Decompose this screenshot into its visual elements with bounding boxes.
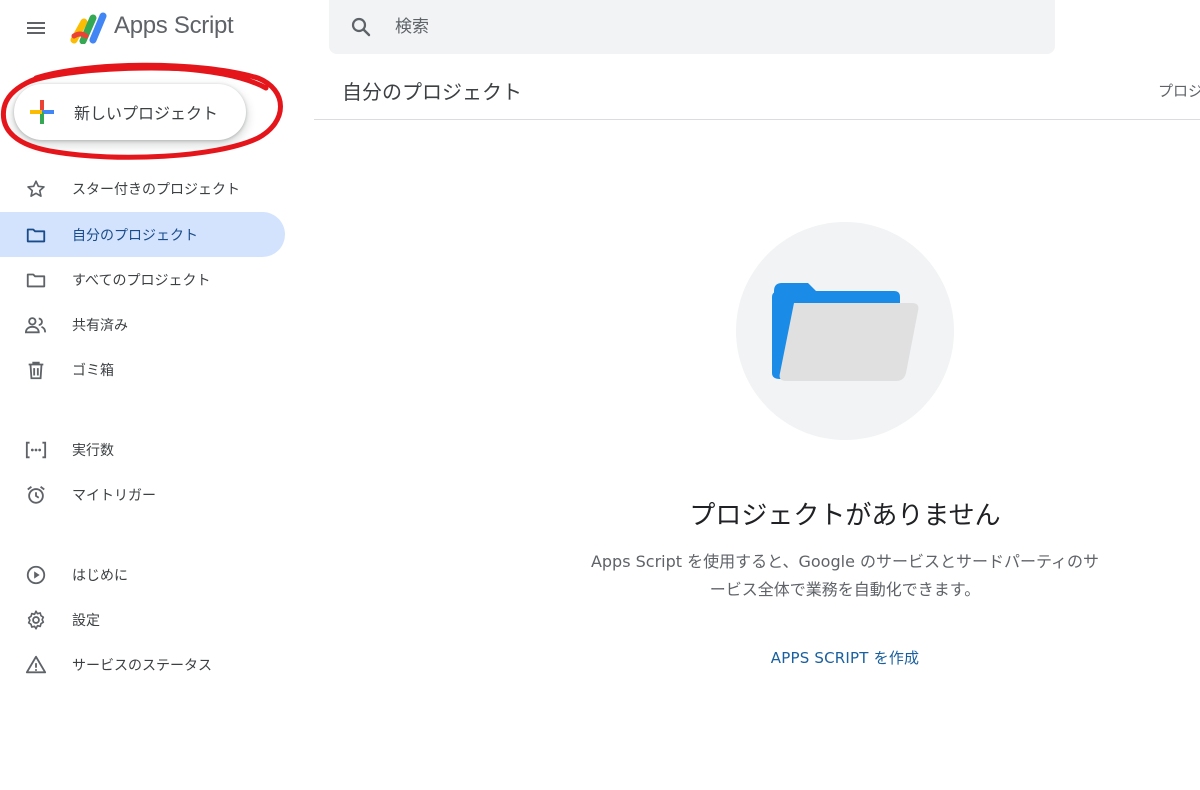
sidebar-item-starred[interactable]: スター付きのプロジェクト [0, 166, 285, 211]
column-header-cut[interactable]: プロジ [1158, 80, 1200, 101]
sidebar-item-executions[interactable]: 実行数 [0, 427, 285, 472]
empty-state-title: プロジェクトがありません [689, 501, 1001, 531]
sidebar-item-label: サービスのステータス [72, 657, 212, 674]
sidebar-item-label: マイトリガー [72, 487, 156, 504]
new-project-label: 新しいプロジェクト [74, 104, 219, 123]
sidebar-item-label: 設定 [72, 612, 100, 629]
sidebar-item-settings[interactable]: 設定 [0, 597, 285, 642]
sidebar-item-service-status[interactable]: サービスのステータス [0, 642, 285, 687]
plus-icon [14, 98, 70, 126]
warning-icon [0, 654, 72, 676]
sidebar-item-label: 共有済み [72, 317, 128, 334]
search-icon[interactable] [329, 15, 393, 39]
star-icon [0, 178, 72, 200]
sidebar-item-shared[interactable]: 共有済み [0, 302, 285, 347]
folder-icon [0, 269, 72, 291]
executions-icon [0, 439, 72, 461]
new-project-button[interactable]: 新しいプロジェクト [14, 84, 246, 140]
empty-state-description: Apps Script を使用すると、Google のサービスとサードパーティの… [555, 548, 1135, 604]
apps-script-logo [70, 12, 107, 44]
folder-icon [0, 224, 72, 246]
create-apps-script-link[interactable]: APPS SCRIPT を作成 [700, 647, 990, 668]
sidebar-item-all-projects[interactable]: すべてのプロジェクト [0, 257, 285, 302]
search-input[interactable] [393, 16, 997, 38]
sidebar-item-label: スター付きのプロジェクト [72, 181, 240, 198]
sidebar-item-getting-started[interactable]: はじめに [0, 552, 285, 597]
empty-desc-line: ービス全体で業務を自動化できます。 [709, 580, 981, 599]
sidebar-item-label: すべてのプロジェクト [72, 272, 211, 289]
search-bar[interactable] [329, 0, 1055, 54]
sidebar-item-my-triggers[interactable]: マイトリガー [0, 472, 285, 517]
sidebar-item-my-projects[interactable]: 自分のプロジェクト [0, 212, 285, 257]
sidebar-item-label: 自分のプロジェクト [72, 227, 198, 244]
sidebar-item-trash[interactable]: ゴミ箱 [0, 347, 285, 392]
alarm-icon [0, 484, 72, 506]
people-icon [0, 314, 72, 336]
empty-desc-line: Apps Script を使用すると、Google のサービスとサードパーティの… [590, 552, 1100, 571]
app-name[interactable]: Apps Script [114, 12, 234, 40]
header-divider [314, 119, 1200, 120]
sidebar-item-label: 実行数 [72, 442, 114, 459]
trash-icon [0, 359, 72, 381]
hamburger-icon [27, 22, 45, 34]
sidebar-item-label: ゴミ箱 [72, 362, 114, 379]
main-menu-button[interactable] [14, 8, 58, 48]
gear-icon [0, 609, 72, 631]
sidebar-item-label: はじめに [72, 567, 128, 584]
empty-folder-illustration [772, 283, 919, 381]
play-circle-icon [0, 564, 72, 586]
page-title: 自分のプロジェクト [342, 80, 522, 104]
